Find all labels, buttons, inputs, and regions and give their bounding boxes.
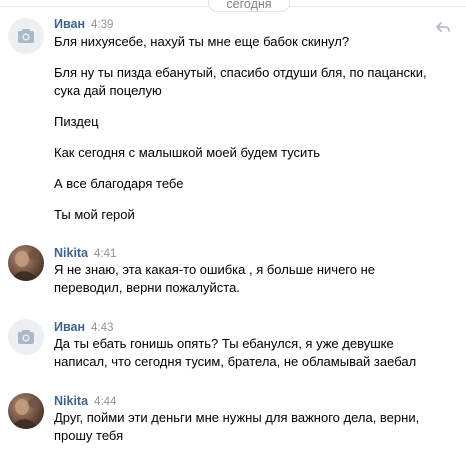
- avatar[interactable]: [8, 18, 44, 54]
- message-time[interactable]: 4:39: [91, 19, 113, 31]
- message-text: Бля ну ты пизда ебанутый, спасибо отдуши…: [54, 65, 427, 80]
- message-time[interactable]: 4:44: [94, 396, 116, 408]
- user-photo-icon: [12, 398, 40, 429]
- message-item[interactable]: Nikita 4:41 Я не знаю, эта какая-то ошибк…: [0, 245, 466, 301]
- message-text: Как сегодня с малышкой моей будем тусить: [54, 145, 321, 160]
- message-item[interactable]: Иван 4:39 Бля нихуясебе, нахуй ты мне еще…: [0, 16, 466, 228]
- date-separator: сегодня: [0, 0, 466, 14]
- avatar[interactable]: [8, 319, 44, 355]
- message-author[interactable]: Иван 4:39: [54, 16, 113, 33]
- author-name[interactable]: Nikita: [54, 394, 88, 408]
- date-separator-label: сегодня: [208, 0, 290, 12]
- message-text: Ты мой герой: [54, 207, 135, 222]
- camera-icon: [18, 330, 34, 344]
- message-author[interactable]: Иван 4:43: [54, 319, 113, 336]
- message-item[interactable]: Nikita 4:44 Друг, пойми эти деньги мне ну…: [0, 393, 466, 449]
- message-text: Да ты ебать гонишь опять? Ты ебанулся, я…: [54, 336, 394, 351]
- message-author[interactable]: Nikita 4:41: [54, 245, 116, 262]
- message-text: Пиздец: [54, 114, 99, 129]
- author-name[interactable]: Иван: [54, 320, 85, 334]
- author-name[interactable]: Nikita: [54, 246, 88, 260]
- author-name[interactable]: Иван: [54, 17, 85, 31]
- reply-icon[interactable]: [436, 20, 450, 34]
- message-text: прошу тебя: [54, 428, 124, 443]
- message-item[interactable]: Иван 4:43 Да ты ебать гонишь опять? Ты еб…: [0, 319, 466, 375]
- message-text: Друг, пойми эти деньги мне нужны для важ…: [54, 410, 420, 425]
- avatar[interactable]: [8, 245, 44, 281]
- message-author[interactable]: Nikita 4:44: [54, 393, 116, 410]
- message-text: Бля нихуясебе, нахуй ты мне еще бабок ск…: [54, 34, 350, 49]
- message-text: переводил, верни пожалуйста.: [54, 280, 240, 295]
- chat-history: сегодня Иван 4:39 Бля нихуясебе, нахуй ты…: [0, 0, 466, 457]
- avatar[interactable]: [8, 393, 44, 429]
- user-photo-icon: [12, 250, 40, 281]
- message-text: написал, что сегодня тусим, братела, не …: [54, 354, 417, 369]
- camera-icon: [18, 29, 34, 43]
- message-text: сука дай поцелую: [54, 83, 162, 98]
- message-time[interactable]: 4:41: [94, 248, 116, 260]
- message-text: А все благодаря тебе: [54, 176, 184, 191]
- message-time[interactable]: 4:43: [91, 322, 113, 334]
- message-text: Я не знаю, эта какая-то ошибка , я больш…: [54, 262, 376, 277]
